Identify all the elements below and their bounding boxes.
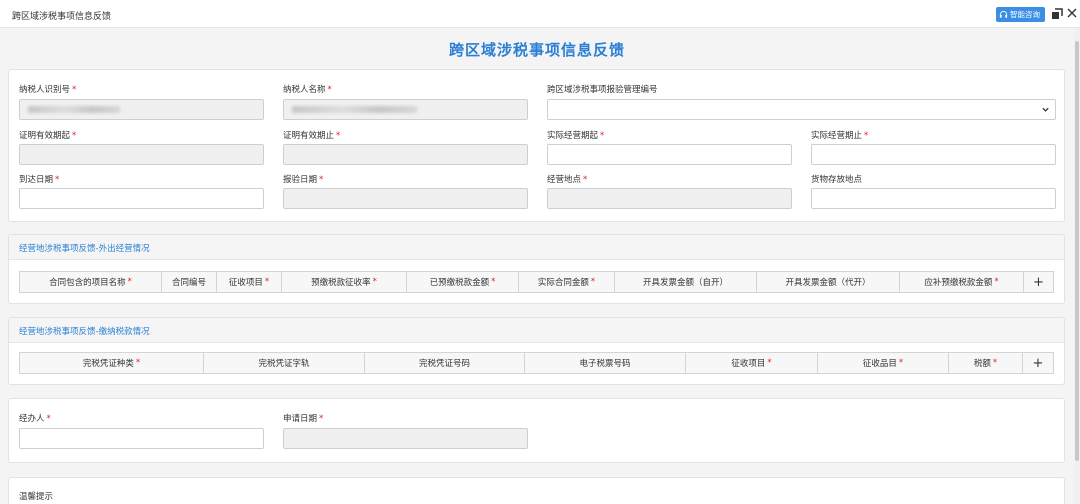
- handler-label: 经办人 *: [19, 414, 51, 424]
- goods-location-field[interactable]: [811, 188, 1056, 209]
- column-label: 合同包含的项目名称: [49, 278, 126, 288]
- tax-paid-col-header: 完税凭证字轨: [204, 353, 365, 373]
- op-location-field[interactable]: [547, 188, 792, 209]
- arrival-date-label: 到达日期 *: [19, 175, 60, 185]
- cert-valid-from-field[interactable]: [19, 144, 264, 165]
- section-header: 经营地涉税事项反馈-外出经营情况: [9, 235, 1064, 260]
- apply-date-label: 申请日期 *: [283, 414, 324, 424]
- goods-location-label: 货物存放地点: [811, 175, 863, 185]
- taxpayer-name-field[interactable]: [283, 99, 528, 120]
- headset-icon: [999, 10, 1008, 18]
- tax-paid-col-header: 电子税票号码: [525, 353, 686, 373]
- outbound-col-header: 征收项目 *: [217, 272, 282, 292]
- scrollbar[interactable]: [1074, 29, 1080, 504]
- actual-op-from-field[interactable]: [547, 144, 792, 165]
- tax-paid-col-header: 征收品目 *: [818, 353, 949, 373]
- window-titlebar: 跨区域涉税事项信息反馈 智能咨询: [0, 0, 1080, 28]
- column-label: 完税凭证号码: [418, 359, 470, 369]
- outbound-col-header: 应补预缴税款金额 *: [900, 272, 1024, 292]
- inspection-date-field[interactable]: [283, 188, 528, 209]
- column-label: 征收项目: [731, 359, 766, 369]
- column-label: 开具发票金额（自开）: [642, 278, 728, 288]
- tips-panel: 温馨提示: [8, 477, 1065, 504]
- tax-paid-col-header: 税额 *: [949, 353, 1023, 373]
- restore-window-icon[interactable]: [1051, 8, 1063, 20]
- column-label: 征收项目: [228, 278, 263, 288]
- outbound-col-header: 已预缴税款金额 *: [407, 272, 519, 292]
- inspection-no-label: 跨区域涉税事项报验管理编号: [547, 85, 658, 95]
- required-marker: *: [135, 358, 141, 368]
- outbound-col-header: 开具发票金额（自开）: [615, 272, 757, 292]
- tax-paid-section: 经营地涉税事项反馈-缴纳税款情况 完税凭证种类 * 完税凭证字轨 完税凭证号码 电子税票…: [8, 317, 1065, 385]
- op-location-label: 经营地点 *: [547, 175, 588, 185]
- outbound-table-header: 合同包含的项目名称 * 合同编号 征收项目 * 预缴税款征收率 * 已预缴税款金额 * 实际合同金…: [19, 271, 1054, 293]
- cert-valid-to-label: 证明有效期止 *: [283, 131, 341, 141]
- outbound-col-header: 合同包含的项目名称 *: [20, 272, 162, 292]
- column-label: 税额: [973, 359, 991, 369]
- required-marker: *: [992, 358, 998, 368]
- actual-op-to-label: 实际经营期止 *: [811, 131, 869, 141]
- cert-valid-to-field[interactable]: [283, 144, 528, 165]
- column-label: 合同编号: [171, 278, 206, 288]
- window-title: 跨区域涉税事项信息反馈: [12, 12, 112, 22]
- outbound-col-header: 实际合同金额 *: [519, 272, 615, 292]
- page-title: 跨区域涉税事项信息反馈: [448, 41, 625, 59]
- tax-paid-col-header: 完税凭证种类 *: [20, 353, 204, 373]
- taxpayer-id-label: 纳税人识别号 *: [19, 85, 77, 95]
- column-label: 应补预缴税款金额: [924, 278, 993, 288]
- taxpayer-name-label: 纳税人名称 *: [283, 85, 332, 95]
- chevron-down-icon: [1042, 107, 1049, 112]
- inspection-no-select[interactable]: [547, 99, 1056, 120]
- inspection-date-label: 报验日期 *: [283, 175, 324, 185]
- tips-label: 温馨提示: [19, 492, 54, 502]
- outbound-col-header: 开具发票金额（代开）: [757, 272, 900, 292]
- column-label: 已预缴税款金额: [429, 278, 490, 288]
- column-label: 电子税票号码: [579, 359, 631, 369]
- add-row-button[interactable]: +: [1024, 272, 1053, 292]
- tax-paid-col-header: 完税凭证号码: [365, 353, 525, 373]
- tax-paid-table-header: 完税凭证种类 * 完税凭证字轨 完税凭证号码 电子税票号码 征收项目 * 征收品目 * 税额 * +: [19, 352, 1054, 374]
- actual-op-to-field[interactable]: [811, 144, 1056, 165]
- arrival-date-field[interactable]: [19, 188, 264, 209]
- applicant-panel: 经办人 * 申请日期 *: [8, 398, 1065, 463]
- column-label: 预缴税款征收率: [311, 278, 371, 288]
- outbound-operation-section: 经营地涉税事项反馈-外出经营情况 合同包含的项目名称 * 合同编号 征收项目 * 预缴税款…: [8, 234, 1065, 304]
- add-row-button[interactable]: +: [1023, 353, 1053, 373]
- required-marker: *: [491, 277, 496, 287]
- apply-date-field[interactable]: [283, 428, 528, 449]
- column-label: 实际合同金额: [537, 278, 589, 288]
- outbound-col-header: 合同编号: [162, 272, 217, 292]
- main-content: 跨区域涉税事项信息反馈 纳税人识别号 * 纳税人名称 * 跨区域涉税事项报验管理编号…: [0, 29, 1074, 504]
- actual-op-from-label: 实际经营期起 *: [547, 131, 605, 141]
- basic-info-panel: 纳税人识别号 * 纳税人名称 * 跨区域涉税事项报验管理编号 证明有效期起 * 证明有…: [8, 69, 1065, 222]
- column-label: 征收品目: [862, 359, 897, 369]
- required-marker: *: [264, 277, 270, 287]
- column-label: 开具发票金额（代开）: [785, 278, 871, 288]
- required-marker: *: [767, 358, 772, 368]
- section-title: 经营地涉税事项反馈-外出经营情况: [19, 244, 150, 254]
- section-header: 经营地涉税事项反馈-缴纳税款情况: [9, 318, 1064, 343]
- section-title: 经营地涉税事项反馈-缴纳税款情况: [19, 327, 150, 337]
- smart-consult-button[interactable]: 智能咨询: [996, 7, 1045, 22]
- required-marker: *: [372, 277, 377, 287]
- column-label: 完税凭证种类: [82, 359, 134, 369]
- tax-paid-col-header: 征收项目 *: [686, 353, 818, 373]
- close-icon[interactable]: [1066, 7, 1078, 19]
- taxpayer-id-field[interactable]: [19, 99, 264, 120]
- scrollbar-thumb[interactable]: [1075, 41, 1079, 461]
- required-marker: *: [127, 277, 132, 287]
- column-label: 完税凭证字轨: [258, 359, 310, 369]
- outbound-col-header: 预缴税款征收率 *: [282, 272, 407, 292]
- required-marker: *: [590, 277, 596, 287]
- smart-consult-label: 智能咨询: [1010, 10, 1040, 19]
- required-marker: *: [898, 358, 904, 368]
- required-marker: *: [994, 277, 999, 287]
- handler-field[interactable]: [19, 428, 264, 449]
- cert-valid-from-label: 证明有效期起 *: [19, 131, 77, 141]
